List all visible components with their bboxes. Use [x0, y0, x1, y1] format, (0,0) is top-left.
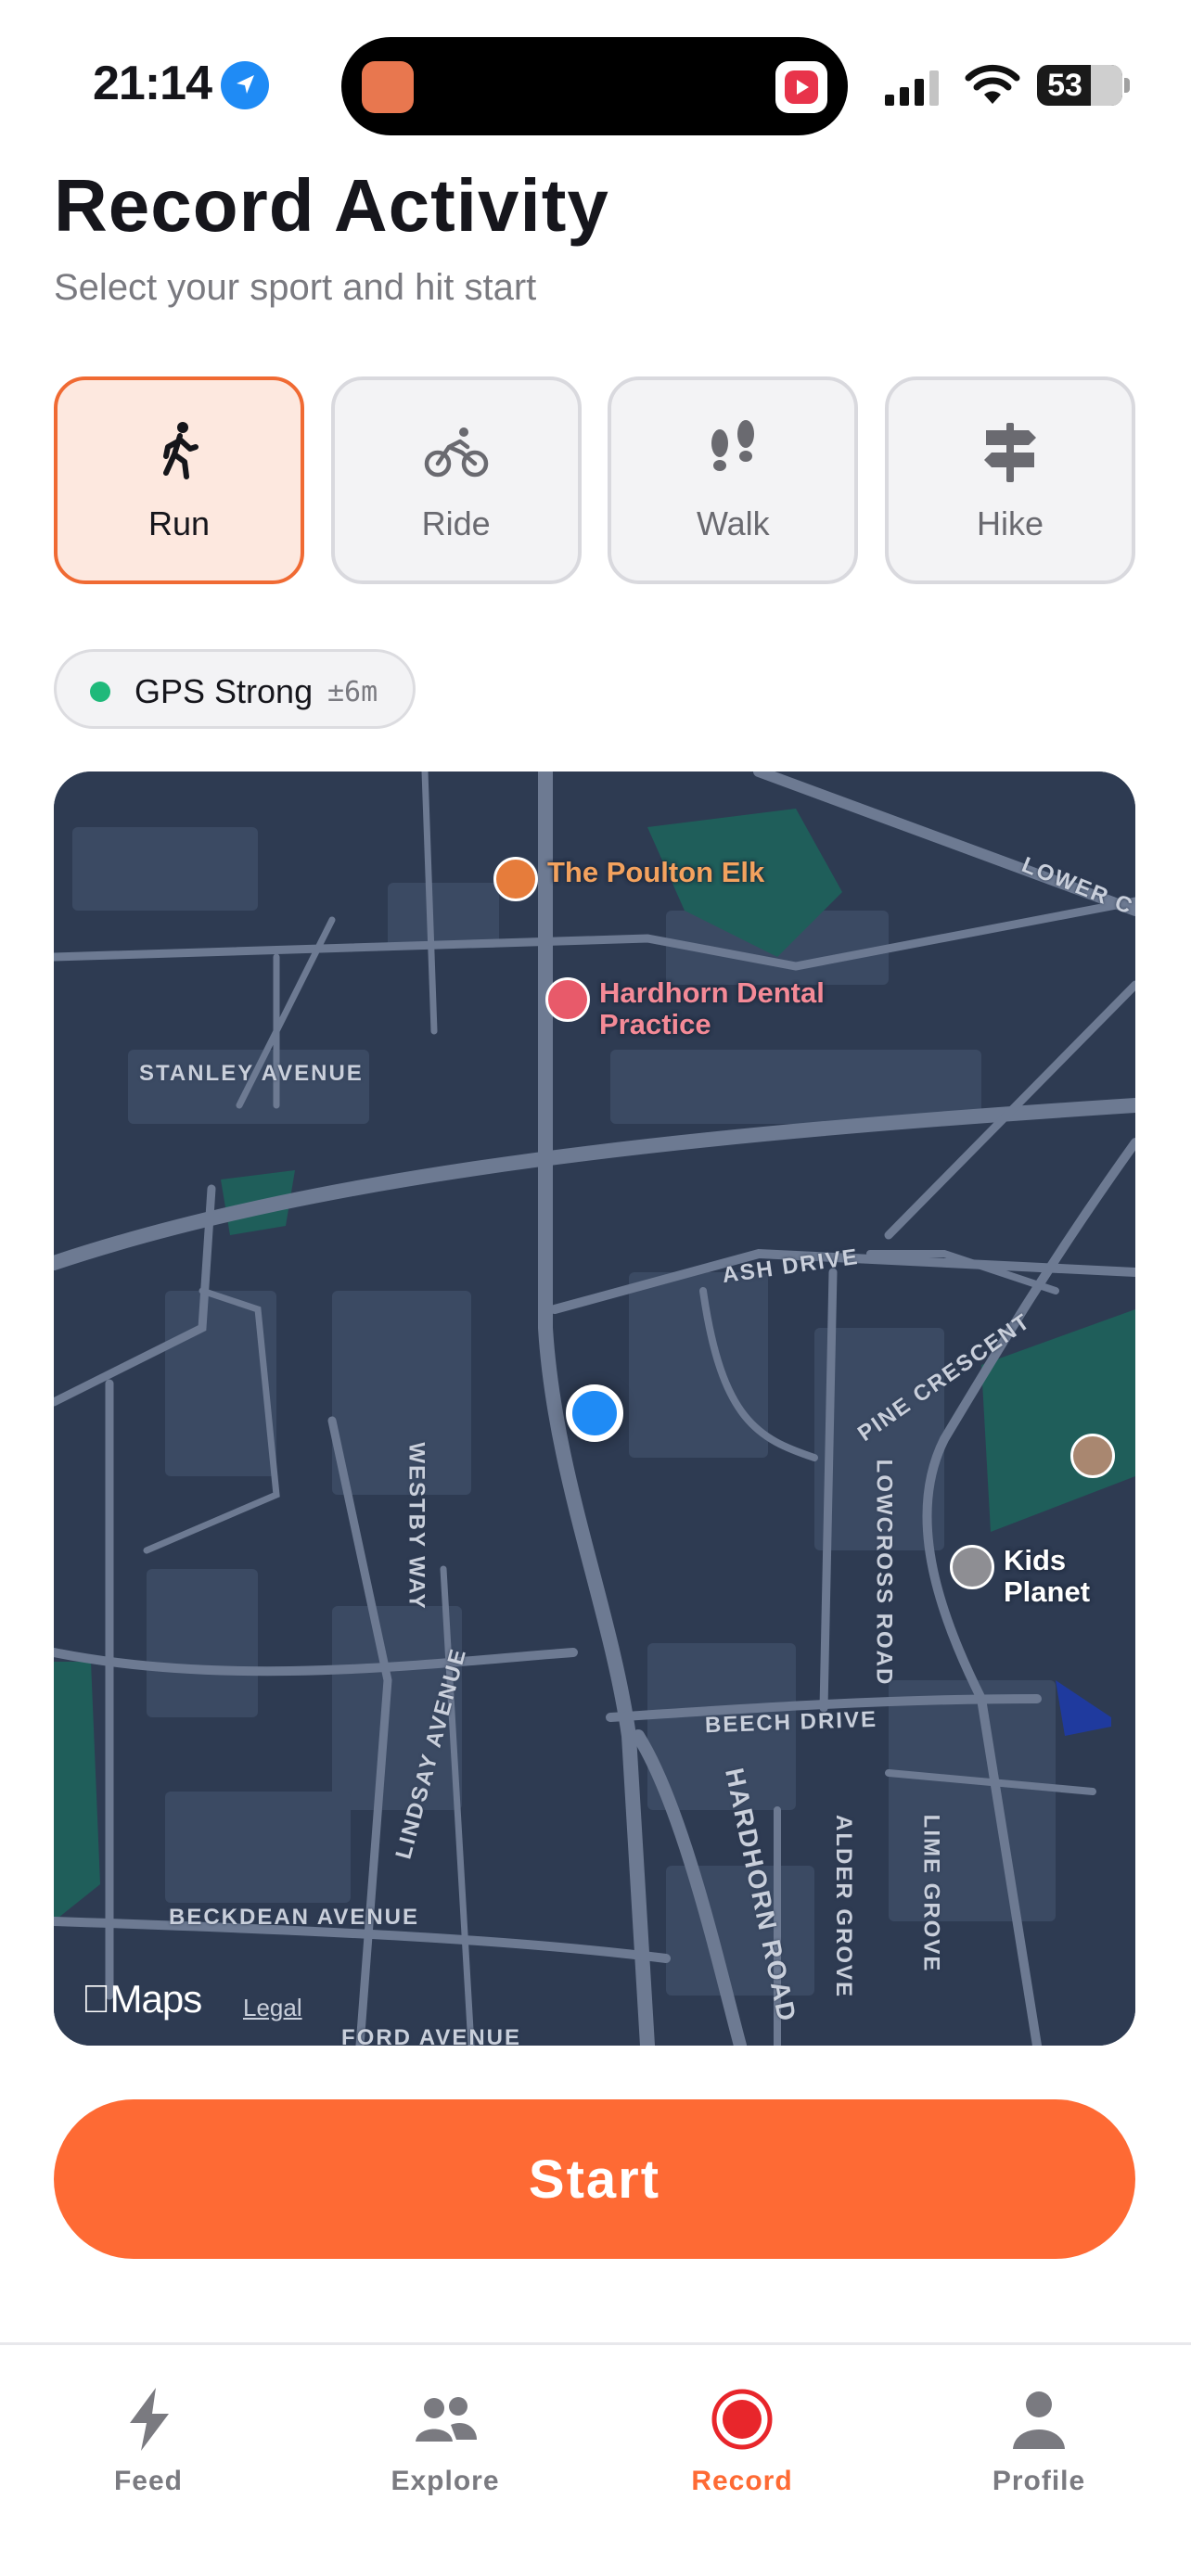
status-bar: 21:14 53 [0, 0, 1191, 139]
tab-label-record: Record [691, 2466, 793, 2496]
tooth-icon [545, 977, 590, 1022]
road-label-ford: FORD AVENUE [341, 2025, 522, 2046]
page-subtitle: Select your sport and hit start [54, 267, 537, 308]
pub-icon [493, 857, 538, 901]
status-time: 21:14 [93, 57, 212, 110]
road-label-alder: ALDER GROVE [831, 1814, 857, 1999]
battery-level: 53 [1047, 68, 1082, 103]
gps-status-dot [90, 682, 110, 702]
sport-card-walk[interactable]: Walk [608, 376, 859, 584]
sport-card-ride[interactable]: Ride [330, 376, 582, 584]
tab-record[interactable]: Record [649, 2386, 835, 2516]
road-label-stanley: STANLEY AVENUE [139, 1061, 364, 1086]
media-app-icon[interactable] [775, 61, 827, 113]
person-icon [1013, 2391, 1065, 2449]
app-activity-icon[interactable] [362, 61, 414, 113]
sport-label-ride: Ride [421, 504, 491, 542]
church-icon[interactable] [1070, 1434, 1115, 1478]
road-label-beckdean: BECKDEAN AVENUE [169, 1905, 420, 1930]
road-label-lowcross: LOWCROSS ROAD [871, 1459, 897, 1687]
people-icon [416, 2397, 477, 2442]
apple-logo-icon:  [82, 1977, 110, 2021]
dynamic-island[interactable] [341, 37, 848, 135]
map-view[interactable]: The Poulton Elk Hardhorn Dental Practice… [54, 772, 1135, 2046]
current-location-dot [566, 1384, 623, 1442]
maps-brand-label: Maps [82, 1977, 203, 2021]
tab-label-feed: Feed [113, 2466, 184, 2496]
gps-status-label: GPS Strong [134, 672, 314, 710]
tab-feed[interactable]: Feed [56, 2386, 241, 2516]
lightning-icon [130, 2388, 169, 2451]
poi-kids-planet[interactable]: Kids Planet [950, 1545, 1135, 1608]
record-icon [711, 2389, 773, 2450]
poi-the-poulton-elk[interactable]: The Poulton Elk [493, 857, 764, 901]
tab-label-explore: Explore [391, 2466, 500, 2496]
poi-label-dental: Hardhorn Dental Practice [599, 976, 825, 1040]
wifi-icon [965, 64, 1020, 104]
sport-label-hike: Hike [976, 504, 1044, 542]
footprints-icon [711, 420, 755, 471]
tab-explore[interactable]: Explore [352, 2386, 538, 2516]
tab-bar: Feed Explore Record Profile [0, 2342, 1191, 2576]
sport-label-run: Run [147, 504, 211, 542]
gps-accuracy: ±6m [327, 676, 378, 708]
sport-selector: Run Ride Walk Hike [54, 376, 1135, 584]
tab-label-profile: Profile [992, 2466, 1086, 2496]
apple-maps-logo: Maps [82, 1977, 203, 2021]
location-arrow-icon [221, 61, 269, 109]
poi-label-elk: The Poulton Elk [547, 856, 765, 888]
location-pin-icon [950, 1545, 994, 1589]
poi-hardhorn-dental[interactable]: Hardhorn Dental Practice [545, 977, 877, 1040]
sport-card-hike[interactable]: Hike [884, 376, 1135, 584]
sport-card-run[interactable]: Run [54, 376, 304, 584]
signpost-icon [983, 423, 1036, 482]
maps-legal-link[interactable]: Legal [243, 1994, 302, 2022]
bike-icon [424, 427, 488, 478]
tab-profile[interactable]: Profile [946, 2386, 1132, 2516]
cellular-signal-icon [885, 70, 939, 106]
poi-label-kids: Kids Planet [1004, 1544, 1091, 1608]
gps-status-badge: GPS Strong ±6m [54, 649, 416, 729]
start-button[interactable]: Start [54, 2099, 1135, 2259]
road-label-westby: WESTBY WAY [403, 1442, 429, 1611]
battery-icon: 53 [1037, 65, 1122, 106]
page-title: Record Activity [54, 164, 609, 247]
run-icon [163, 422, 198, 479]
road-label-lime: LIME GROVE [918, 1814, 944, 1973]
sport-label-walk: Walk [696, 504, 770, 542]
